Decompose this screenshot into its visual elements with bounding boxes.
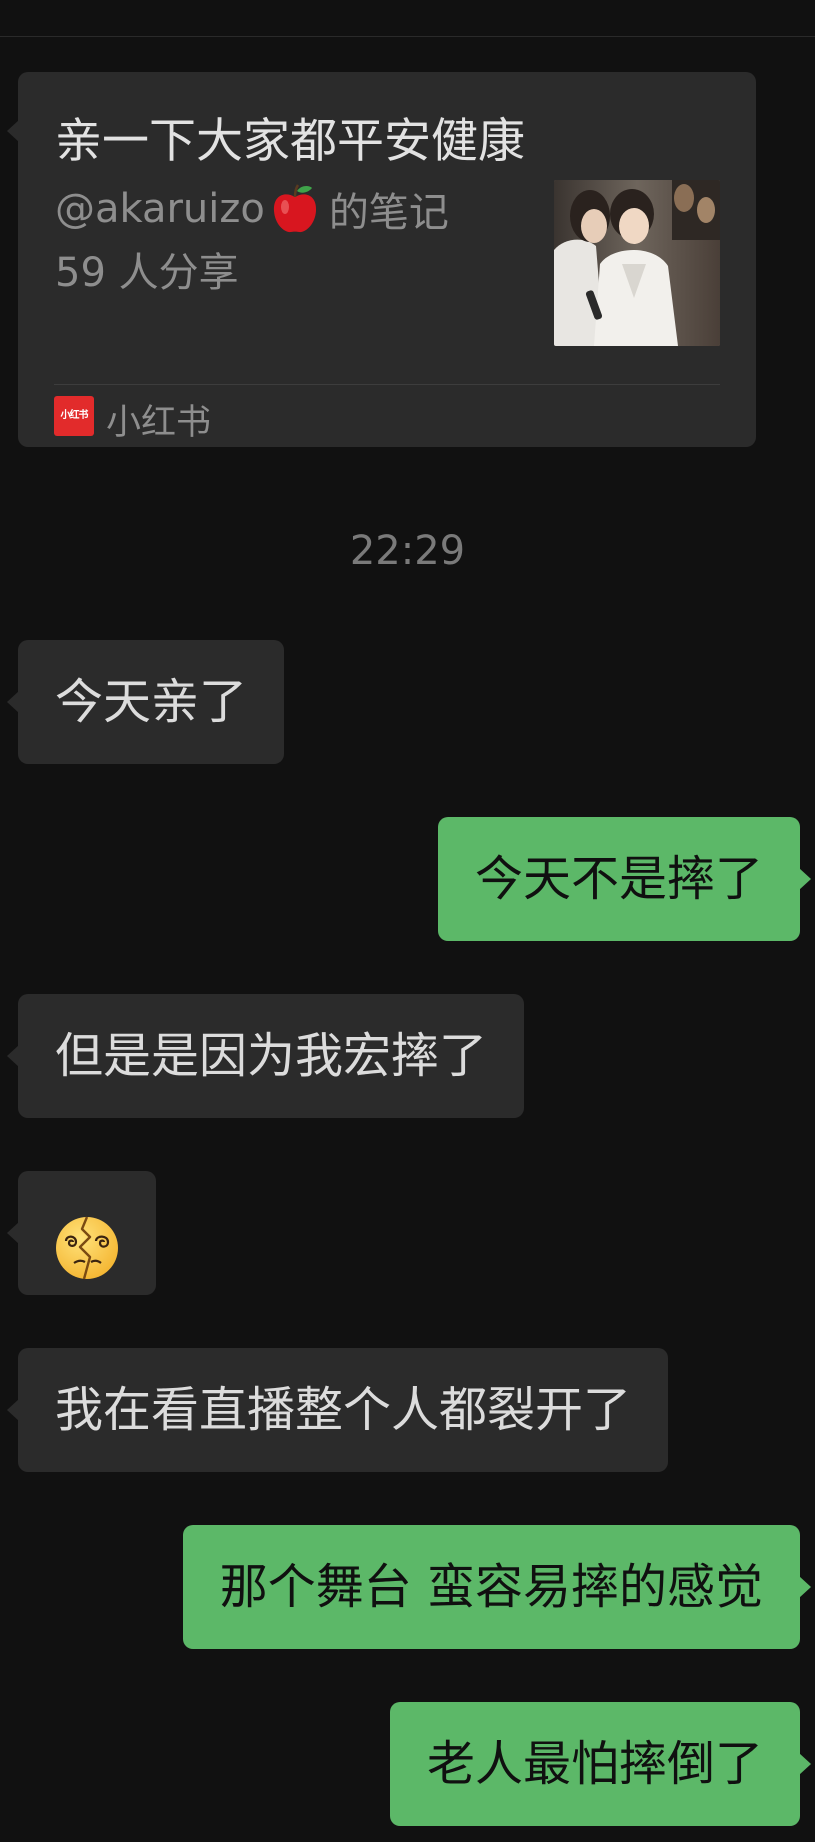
message-text: 我在看直播整个人都裂开了 (55, 1382, 632, 1438)
bubble-tail (799, 1576, 811, 1598)
message-bubble-incoming[interactable]: 今天亲了 (7, 640, 285, 764)
message-bubble-outgoing[interactable]: 那个舞台 蛮容易摔的感觉 (182, 1525, 811, 1649)
link-card-author: @akaruizo (55, 186, 265, 232)
link-card-share-count: 59 人分享 (55, 250, 239, 296)
spiral-eyes-face-emoji-icon (54, 1203, 120, 1280)
bubble-tail (799, 868, 811, 890)
message-bubble-outgoing[interactable]: 今天不是摔了 (437, 817, 811, 941)
apple-emoji-icon (271, 183, 319, 235)
bubble-tail (799, 1753, 811, 1775)
link-card-thumbnail (554, 180, 720, 346)
message-text: 今天不是摔了 (474, 851, 763, 907)
message-bubble-incoming[interactable]: 但是是因为我宏摔了 (7, 994, 525, 1118)
top-divider (0, 36, 815, 37)
message-text: 那个舞台 蛮容易摔的感觉 (219, 1559, 763, 1615)
message-text: 今天亲了 (55, 674, 248, 730)
xiaohongshu-logo-icon: 小红书 (54, 396, 94, 436)
link-card-author-line: @akaruizo 的笔记 (55, 180, 449, 238)
link-card-divider (54, 384, 720, 385)
message-text: 但是是因为我宏摔了 (55, 1028, 488, 1084)
message-bubble-outgoing[interactable]: 老人最怕摔倒了 (389, 1702, 811, 1826)
message-text: 老人最怕摔倒了 (426, 1736, 763, 1792)
bubble-tail (7, 691, 19, 713)
shared-link-card[interactable]: 亲一下大家都平安健康 @akaruizo 的笔记 59 人分享 小红书 小红书 (7, 72, 756, 447)
message-bubble-incoming[interactable]: 我在看直播整个人都裂开了 (7, 1348, 669, 1472)
source-logo-text: 小红书 (60, 410, 89, 421)
link-card-source: 小红书 (106, 403, 212, 443)
message-bubble-incoming-emoji[interactable] (7, 1171, 156, 1295)
bubble-tail (7, 1222, 19, 1244)
bubble-tail (7, 1045, 19, 1067)
bubble-tail (7, 120, 19, 142)
link-card-author-suffix: 的笔记 (328, 190, 449, 236)
chat-timestamp: 22:29 (349, 528, 466, 574)
link-card-title: 亲一下大家都平安健康 (55, 114, 525, 169)
bubble-tail (7, 1399, 19, 1421)
